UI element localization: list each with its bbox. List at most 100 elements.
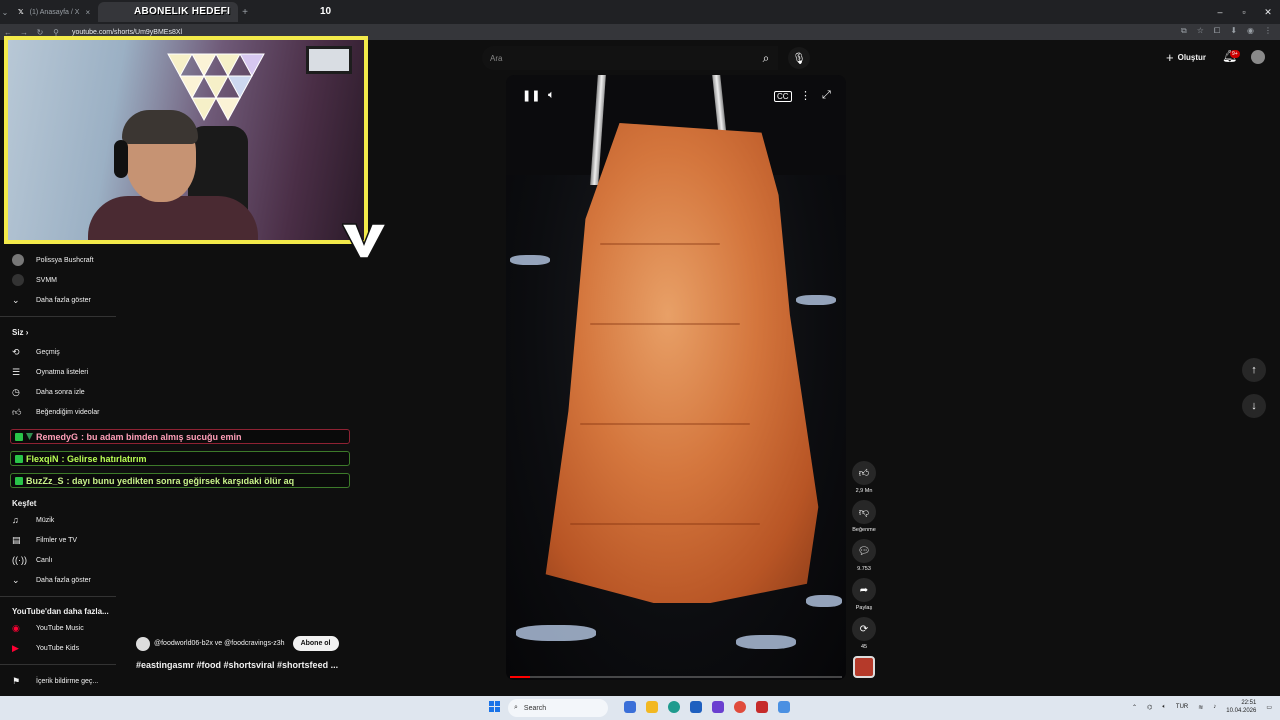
voice-search-button[interactable]: 🎙︎ [788,47,810,69]
share-button[interactable]: ➦ [852,578,876,602]
remix-button[interactable]: ⟳ [852,617,876,641]
wall-frame-decor [306,46,352,74]
chat-text: : Gelirse hatırlatırım [61,453,147,464]
sidebar-item-report-history[interactable]: ⚑ İçerik bildirme geç... [0,671,120,691]
file-explorer-icon[interactable] [646,701,658,713]
channel-name[interactable]: @foodworld06-b2x ve @foodcravings-z3h [154,640,285,647]
comments-button[interactable]: 💬︎ [852,539,876,563]
profile-icon[interactable]: ◉ [1247,26,1254,36]
download-icon[interactable]: ⬇ [1230,26,1237,36]
sidebar-item-label: Filmler ve TV [36,536,78,544]
sidebar-item-svmm[interactable]: SVMM [0,270,120,290]
url-field[interactable]: youtube.com/shorts/Um9yBMEs8Xl [72,29,182,36]
video-progress-bar[interactable] [510,676,842,678]
close-icon[interactable]: × [85,8,90,17]
youtube-music-icon: ◉ [12,622,20,633]
sidebar-item-playlists[interactable]: ☰ Oynatma listeleri [0,362,120,382]
thumbs-up-icon: 👍︎ [12,406,22,417]
create-button[interactable]: + Oluştur [1166,50,1206,65]
sidebar-divider [0,596,116,597]
notification-icon[interactable]: ▭ [1266,704,1272,711]
pause-button[interactable]: ❚❚ [522,89,540,102]
channel-info: @foodworld06-b2x ve @foodcravings-z3h Ab… [136,636,339,651]
speaker-icon[interactable]: 🔈︎ [1162,704,1166,711]
sidebar-show-more-explore[interactable]: ⌄ Daha fazla göster [0,570,120,590]
chevron-up-icon[interactable]: ⌃ [1132,704,1137,711]
network-icon[interactable]: ⌬ [1147,704,1152,711]
subscription-goal-count: 10 [320,6,332,17]
thumbs-up-icon: 👍︎ [858,468,870,479]
share-label: Paylaş [855,605,873,611]
new-tab-button[interactable]: + [242,7,248,18]
taskbar-app-icon[interactable] [778,701,790,713]
taskbar-search[interactable]: ⌕ Search [508,699,608,717]
language-indicator[interactable]: TUR [1176,704,1188,710]
dislike-button[interactable]: 👎︎ [852,500,876,524]
bookmark-star-icon[interactable]: ☆ [1197,26,1204,36]
sidebar-divider [0,664,116,665]
live-icon: ((·)) [12,555,27,565]
sidebar-item-youtube-kids[interactable]: ▶ YouTube Kids [0,638,120,658]
video-hashtags[interactable]: #eastingasmr #food #shortsviral #shortsf… [136,660,338,670]
clock[interactable]: 22:51 10.04.2026 [1226,699,1256,715]
chat-text: : dayı bunu yedikten sonra geğirsek karş… [66,475,295,486]
sidebar-item-watch-later[interactable]: ◷ Daha sonra izle [0,382,120,402]
sidebar-divider [0,316,116,317]
chat-username: FlexqiN [26,453,59,464]
captions-button[interactable]: CC [774,91,792,102]
search-icon: ⌕ [514,704,518,711]
previous-short-button[interactable]: ↑ [1242,358,1266,382]
shorts-video-player[interactable]: ❚❚ 🔈︎ CC ⋮ ⤢ [506,75,846,680]
sidebar-heading-you[interactable]: Siz › [12,328,28,337]
sound-thumbnail[interactable] [853,656,875,678]
taskbar-app-icon[interactable] [756,701,768,713]
sidebar-item-label: Beğendiğim videolar [36,408,100,416]
chrome-icon[interactable] [734,701,746,713]
clock-icon: ◷ [12,386,20,397]
extensions-icon[interactable]: ⧠ [1214,26,1220,36]
search-button[interactable]: ⌕ [752,46,780,70]
sub-badge-icon [15,454,23,463]
wifi-icon[interactable]: ≋ [1198,704,1203,711]
oil-splash [736,635,796,649]
menu-icon[interactable]: ⋮ [1264,26,1272,36]
sound-icon[interactable]: ♪ [1213,704,1216,710]
chevron-down-icon: ⌄ [12,574,20,585]
start-button[interactable] [489,701,501,713]
sidebar-item-label: Oynatma listeleri [36,368,89,376]
sidebar-item-label: Daha fazla göster [36,296,91,304]
subscribe-button[interactable]: Abone ol [292,636,339,651]
sidebar-item-label: Müzik [36,516,55,524]
sidebar-item-youtube-music[interactable]: ◉ YouTube Music [0,618,120,638]
fullscreen-icon[interactable]: ⤢ [822,89,831,102]
like-button[interactable]: 👍︎ [852,461,876,485]
volume-button[interactable]: 🔈︎ [548,89,555,102]
edge-icon[interactable] [668,701,680,713]
tab-search-icon[interactable]: ⌄ [0,8,10,17]
next-short-button[interactable]: ↓ [1242,394,1266,418]
sidebar-item-polissya[interactable]: Polissya Bushcraft [0,250,120,270]
maximize-button[interactable]: ▫ [1232,0,1256,24]
more-options-icon[interactable]: ⋮ [800,89,811,102]
sidebar-item-liked-videos[interactable]: 👍︎ Beğendiğim videolar [0,402,120,422]
sidebar-item-live[interactable]: ((·)) Canlı [0,550,120,570]
sidebar-item-label: Daha sonra izle [36,388,85,396]
taskbar-app-icon[interactable] [690,701,702,713]
minimize-button[interactable]: – [1208,0,1232,24]
install-icon[interactable]: ⧉ [1181,26,1187,36]
channel-avatar[interactable] [136,636,150,651]
tab-twitter[interactable]: 𝕏 (1) Anasayfa / X × [10,2,98,22]
sidebar-item-music[interactable]: ♫ Müzik [0,510,120,530]
taskbar-app-icon[interactable] [712,701,724,713]
clock-time: 22:51 [1241,700,1257,706]
sidebar-item-history[interactable]: ⟲ Geçmiş [0,342,120,362]
streamer [88,110,258,240]
close-window-button[interactable]: ✕ [1256,0,1280,24]
taskbar-app-icon[interactable] [624,701,636,713]
sidebar-show-more-subs[interactable]: ⌄ Daha fazla göster [0,290,120,310]
search-input[interactable]: Ara [482,46,778,70]
sidebar-item-films[interactable]: ▤ Filmler ve TV [0,530,120,550]
account-avatar[interactable] [1251,50,1265,64]
oil-splash [516,625,596,641]
sidebar-item-label: Daha fazla göster [36,576,91,584]
